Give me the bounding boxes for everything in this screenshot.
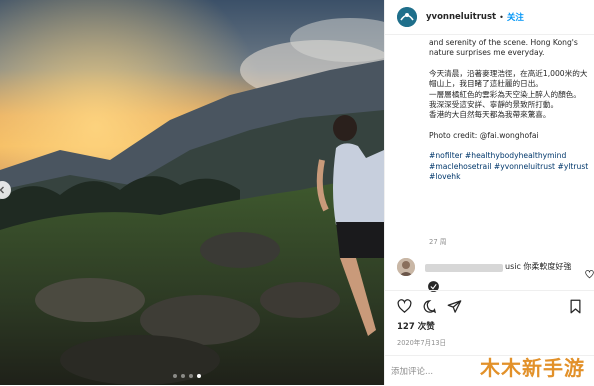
follow-button[interactable]: 关注 bbox=[507, 11, 524, 23]
caption-line-3: 我深深受這安詳、寧靜的景致所打動。 bbox=[429, 100, 559, 110]
hashtag-link[interactable]: #lovehk bbox=[429, 172, 461, 181]
commenter-name-blurred bbox=[425, 264, 503, 272]
header-separator: • bbox=[499, 12, 504, 22]
paper-plane-icon bbox=[447, 300, 462, 313]
like-button[interactable] bbox=[397, 299, 412, 318]
comment-button[interactable] bbox=[422, 299, 437, 318]
post-header: yvonneluitrust • 关注 bbox=[385, 0, 594, 35]
hashtag-link[interactable]: #yvonneluitrust bbox=[494, 162, 555, 171]
comment-like-button[interactable] bbox=[585, 264, 594, 283]
save-button[interactable] bbox=[569, 299, 582, 318]
chevron-left-icon bbox=[0, 186, 4, 194]
post-details-panel: yvonneluitrust • 关注 and serenity of the … bbox=[384, 0, 594, 385]
post-caption: and serenity of the scene. Hong Kong's n… bbox=[429, 38, 589, 182]
account-username[interactable]: yvonneluitrust bbox=[426, 12, 496, 22]
caption-line-2: 一層層橘紅色的雲彩為天空染上醉人的顏色。 bbox=[429, 89, 581, 99]
caption-english: and serenity of the scene. Hong Kong's n… bbox=[429, 38, 578, 58]
post-photo[interactable] bbox=[0, 0, 384, 385]
heart-icon bbox=[585, 270, 594, 279]
post-date: 2020年7月13日 bbox=[397, 339, 447, 347]
like-count[interactable]: 127 次赞 bbox=[397, 320, 435, 332]
site-watermark: 木木新手游 bbox=[480, 356, 585, 380]
hashtag-link[interactable]: #yltrust bbox=[557, 162, 588, 171]
carousel-dot bbox=[197, 374, 201, 378]
photo-credit: Photo credit: @fai.wonghofai bbox=[429, 130, 539, 140]
comment-text: usic 你柔軟度好強 bbox=[505, 262, 572, 271]
hashtag-link[interactable]: #healthybodyhealthymind bbox=[465, 151, 566, 160]
comment-row: usic 你柔軟度好強 bbox=[395, 256, 594, 292]
commenter-avatar[interactable] bbox=[397, 258, 415, 276]
comment-bubble-icon bbox=[423, 300, 437, 314]
carousel-indicator bbox=[173, 374, 201, 378]
hashtag-list: #nofilter #healthybodyhealthymind #macle… bbox=[429, 151, 589, 182]
caption-line-1: 今天清晨，沿著麥理浩徑，在高近1,000米的大帽山上，我目睹了這壯麗的日出。 bbox=[429, 68, 588, 89]
add-comment-input[interactable]: 添加评论... bbox=[391, 365, 433, 377]
post-actions bbox=[385, 290, 594, 321]
hashtag-link[interactable]: #nofilter bbox=[429, 151, 463, 160]
account-avatar[interactable] bbox=[397, 7, 417, 27]
hashtag-link[interactable]: #maclehosetrail bbox=[429, 162, 491, 171]
carousel-dot bbox=[181, 374, 185, 378]
sunrise-hike-image bbox=[0, 0, 384, 385]
caption-line-4: 香港的大自然每天都為我帶來驚喜。 bbox=[429, 110, 551, 120]
heart-icon bbox=[397, 299, 412, 313]
carousel-dot bbox=[189, 374, 193, 378]
bookmark-icon bbox=[570, 299, 581, 314]
commenter-photo-icon bbox=[397, 258, 415, 276]
carousel-dot bbox=[173, 374, 177, 378]
share-button[interactable] bbox=[447, 299, 462, 318]
trust-logo-icon bbox=[397, 7, 417, 27]
instagram-post-frame: yvonneluitrust • 关注 and serenity of the … bbox=[0, 0, 594, 385]
caption-time-ago: 27 周 bbox=[429, 238, 447, 246]
